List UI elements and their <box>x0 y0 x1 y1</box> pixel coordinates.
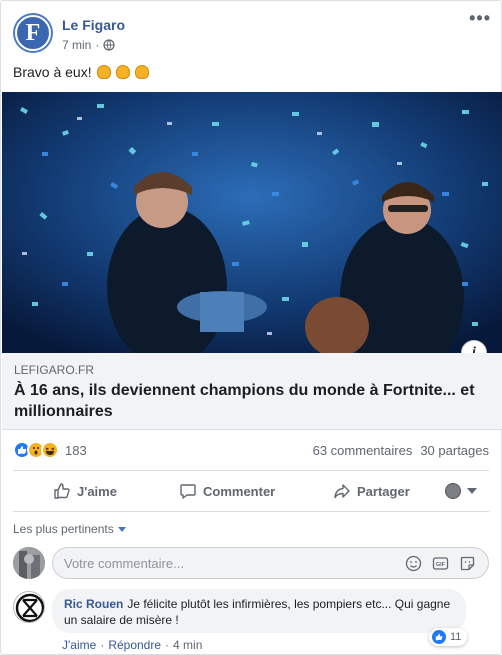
post-text: Bravo à eux! <box>13 64 92 80</box>
post-as-selector[interactable] <box>445 483 477 499</box>
comment-actions: J'aime · Répondre · 4 min <box>62 638 202 652</box>
like-button[interactable]: J'aime <box>53 482 117 500</box>
comment-like-link[interactable]: J'aime <box>62 638 96 652</box>
confetti-photo <box>2 92 502 353</box>
comment-input[interactable]: Votre commentaire... GIF <box>52 547 489 579</box>
gif-icon[interactable]: GIF <box>432 555 449 572</box>
share-button-label: Partager <box>357 483 410 499</box>
current-user-avatar[interactable] <box>13 547 45 579</box>
meta-separator: · <box>95 38 100 52</box>
chevron-down-icon <box>467 488 477 494</box>
link-domain: LEFIGARO.FR <box>14 363 95 377</box>
comment-timestamp[interactable]: 4 min <box>173 638 202 652</box>
comment-sort-dropdown[interactable]: Les plus pertinents <box>13 522 126 536</box>
page-name-link[interactable]: Le Figaro <box>62 17 125 33</box>
shares-count-link[interactable]: 30 partages <box>420 443 489 458</box>
comment-input-tools: GIF <box>405 555 476 572</box>
divider <box>13 511 489 512</box>
share-button[interactable]: Partager <box>333 482 410 500</box>
link-preview-image[interactable] <box>2 92 502 353</box>
clapping-hands-icon <box>134 65 149 79</box>
post-card: F Le Figaro 7 min · ••• Bravo à eux! LEF… <box>0 0 502 655</box>
post-message: Bravo à eux! <box>13 64 149 80</box>
link-headline[interactable]: À 16 ans, ils deviennent champions du mo… <box>14 380 484 422</box>
comment-like-count: 11 <box>450 631 462 643</box>
user-avatar-small <box>445 483 461 499</box>
action-separator: · <box>100 638 105 652</box>
thumbs-up-icon <box>54 483 70 499</box>
comment-input-placeholder: Votre commentaire... <box>64 555 184 571</box>
divider <box>13 470 489 471</box>
globe-icon <box>103 39 115 51</box>
action-separator: · <box>165 638 170 652</box>
engagement-stats: 63 commentaires 30 partages <box>313 443 489 458</box>
commenter-avatar[interactable] <box>13 591 45 623</box>
sticker-icon[interactable] <box>459 555 476 572</box>
svg-text:GIF: GIF <box>436 562 446 568</box>
chevron-down-icon <box>117 526 126 532</box>
comment-button[interactable]: Commenter <box>179 482 275 500</box>
comment-reply-link[interactable]: Répondre <box>108 638 161 652</box>
page-avatar[interactable]: F <box>13 13 53 53</box>
more-options-icon[interactable]: ••• <box>469 9 491 27</box>
share-arrow-icon <box>334 484 350 499</box>
post-actions-bar: J'aime Commenter Partager <box>13 473 489 509</box>
reactions-summary[interactable]: 183 <box>13 441 87 459</box>
link-preview-box[interactable]: LEFIGARO.FR À 16 ans, ils deviennent cha… <box>2 353 502 430</box>
haha-reaction-icon <box>41 441 59 459</box>
reaction-count: 183 <box>65 442 87 458</box>
comment-bubble-icon <box>180 484 196 499</box>
comment-button-label: Commenter <box>203 483 276 499</box>
like-reaction-icon <box>432 630 446 644</box>
like-button-label: J'aime <box>77 483 117 499</box>
comment-like-badge[interactable]: 11 <box>429 628 468 646</box>
comments-count-link[interactable]: 63 commentaires <box>313 443 413 458</box>
post-meta: 7 min · <box>62 38 115 52</box>
page-logo: F <box>15 15 51 51</box>
post-timestamp[interactable]: 7 min <box>62 38 91 52</box>
comment-bubble: Ric Rouen Je félicite plutôt les infirmiè… <box>52 589 466 633</box>
comment-author-link[interactable]: Ric Rouen <box>64 597 123 611</box>
emoji-icon[interactable] <box>405 555 422 572</box>
clapping-hands-icon <box>96 65 111 79</box>
sort-label: Les plus pertinents <box>13 522 114 536</box>
clapping-hands-icon <box>115 65 130 79</box>
